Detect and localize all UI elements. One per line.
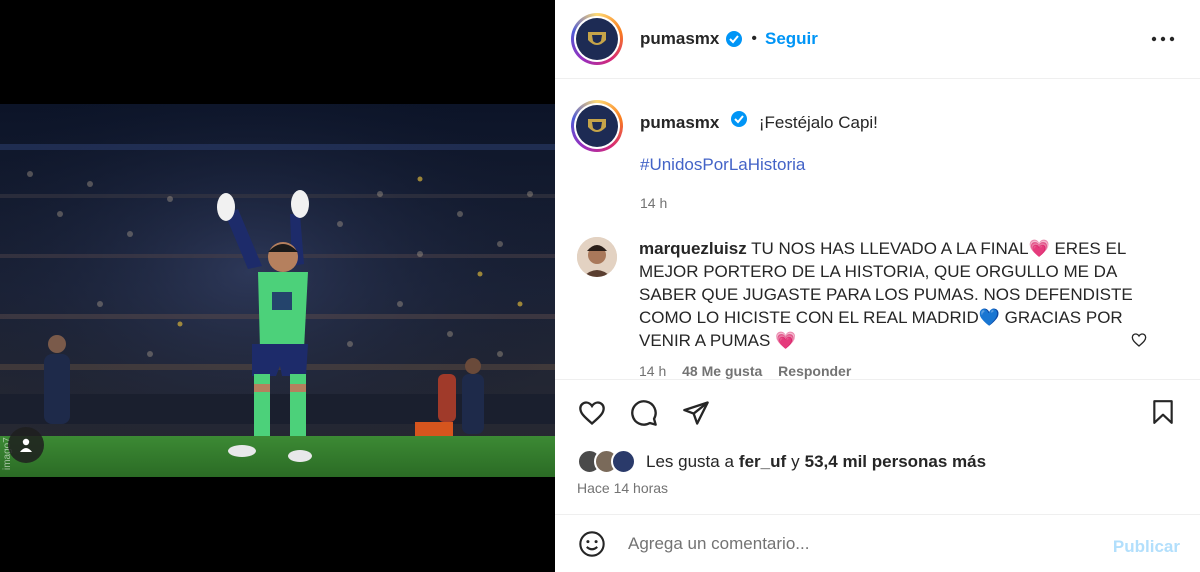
account-avatar[interactable] xyxy=(571,13,623,65)
commenter-avatar[interactable] xyxy=(577,237,617,277)
user-tag-icon xyxy=(20,438,32,452)
comments-section: pumasmx ¡Festéjalo Capi! #UnidosPorLaHis… xyxy=(555,80,1200,380)
likes-connector: y xyxy=(791,451,800,471)
more-options-button[interactable] xyxy=(1150,28,1176,50)
bookmark-icon xyxy=(1153,400,1173,424)
comment-icon xyxy=(631,400,657,426)
caption-hashtag[interactable]: #UnidosPorLaHistoria xyxy=(640,153,878,177)
user-avatar-image xyxy=(577,237,617,277)
heart-icon xyxy=(1131,333,1147,347)
post-caption: pumasmx ¡Festéjalo Capi! #UnidosPorLaHis… xyxy=(571,100,1171,215)
likes-user[interactable]: fer_uf xyxy=(739,452,786,472)
likes-summary[interactable]: Les gusta a fer_uf y 53,4 mil personas m… xyxy=(577,449,986,474)
caption-time[interactable]: 14 h xyxy=(640,191,878,215)
comment-username[interactable]: marquezluisz xyxy=(639,239,747,258)
comment-item: marquezluisz TU NOS HAS LLEVADO A LA FIN… xyxy=(577,237,1177,380)
pumas-logo-icon xyxy=(588,119,606,132)
comment-time[interactable]: 14 h xyxy=(639,363,666,379)
separator-dot: • xyxy=(751,30,757,47)
emoji-icon xyxy=(579,530,605,557)
verified-badge-icon xyxy=(730,110,748,128)
comment-input[interactable] xyxy=(628,533,1088,554)
comment-like-button[interactable] xyxy=(1131,332,1147,348)
share-button[interactable] xyxy=(681,398,711,428)
likes-count[interactable]: 53,4 mil personas más xyxy=(805,452,986,472)
post-media: imago7 xyxy=(0,0,555,572)
post-header: pumasmx • Seguir xyxy=(555,0,1200,79)
more-horizontal-icon xyxy=(1151,36,1175,42)
like-button[interactable] xyxy=(577,398,607,428)
post-photo[interactable] xyxy=(0,104,555,477)
comment-likes[interactable]: 48 Me gusta xyxy=(682,363,762,379)
post-details-panel: pumasmx • Seguir pumasmx ¡Festéjalo Capi… xyxy=(555,0,1200,572)
liker-avatar xyxy=(611,449,636,474)
instagram-post-modal: imago7 pumasmx • Seguir pumasmx ¡Festéja… xyxy=(0,0,1200,572)
stadium-goalkeeper-image xyxy=(0,104,555,477)
add-comment-bar: Publicar xyxy=(555,514,1200,572)
tagged-users-button[interactable] xyxy=(8,427,44,463)
post-timestamp[interactable]: Hace 14 horas xyxy=(577,480,668,496)
heart-icon xyxy=(579,401,605,426)
post-actions: Les gusta a fer_uf y 53,4 mil personas m… xyxy=(555,379,1200,514)
likes-prefix: Les gusta a xyxy=(646,451,734,471)
follow-button[interactable]: Seguir xyxy=(765,29,818,49)
pumas-logo-icon xyxy=(588,32,606,45)
save-button[interactable] xyxy=(1150,398,1180,428)
reply-button[interactable]: Responder xyxy=(778,363,851,379)
liker-avatars xyxy=(577,449,636,474)
comment-button[interactable] xyxy=(629,398,659,428)
caption-text: ¡Festéjalo Capi! xyxy=(758,113,878,132)
emoji-button[interactable] xyxy=(577,529,607,559)
verified-badge-icon xyxy=(725,30,743,48)
publish-button[interactable]: Publicar xyxy=(1113,537,1180,557)
share-icon xyxy=(683,401,709,425)
account-username[interactable]: pumasmx xyxy=(640,29,719,49)
caption-username[interactable]: pumasmx xyxy=(640,113,719,132)
caption-avatar[interactable] xyxy=(571,100,623,152)
